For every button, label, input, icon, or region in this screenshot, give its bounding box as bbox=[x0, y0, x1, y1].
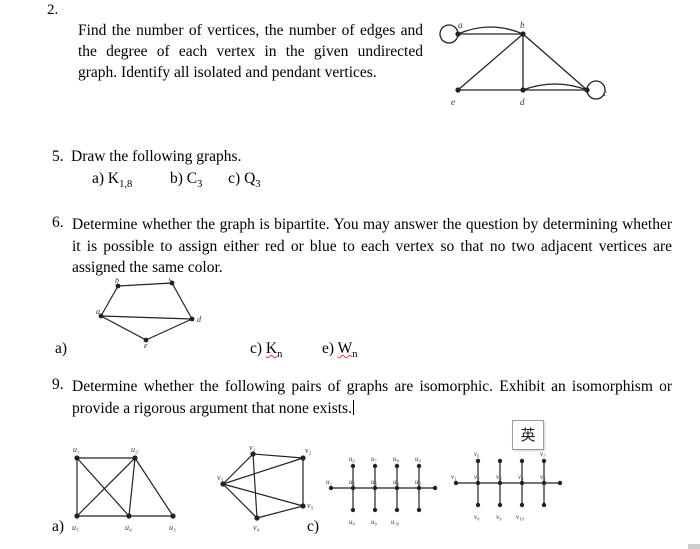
svg-text:u₅: u₅ bbox=[72, 523, 79, 532]
problem-9-subpart-a: a) bbox=[52, 518, 65, 535]
svg-text:v₉: v₉ bbox=[496, 513, 502, 521]
svg-text:v₃: v₃ bbox=[496, 473, 502, 481]
problem-9-text: Determine whether the following pairs of… bbox=[72, 376, 672, 419]
svg-text:v₁: v₁ bbox=[249, 443, 256, 452]
svg-text:b: b bbox=[115, 278, 119, 285]
problem-2-figure: a b c d e bbox=[435, 12, 615, 117]
svg-text:v₅: v₅ bbox=[307, 501, 314, 510]
problem-9c-right-figure: v₆ v₇ v₁ v₂ v₃ v₄ v₅ v₈ v₉ v₁₀ bbox=[450, 443, 570, 528]
svg-text:b: b bbox=[520, 20, 525, 30]
svg-text:u₁: u₁ bbox=[326, 478, 332, 486]
svg-text:c: c bbox=[603, 88, 607, 98]
problem-9-body: Determine whether the following pairs of… bbox=[72, 378, 672, 417]
problem-2-number: 2. bbox=[47, 2, 59, 18]
svg-text:v₂: v₂ bbox=[305, 446, 312, 455]
svg-text:v₂: v₂ bbox=[474, 473, 480, 481]
problem-5-text: Draw the following graphs. bbox=[71, 148, 242, 165]
svg-text:a: a bbox=[96, 307, 100, 316]
svg-text:v₈: v₈ bbox=[474, 513, 480, 521]
text-caret bbox=[352, 399, 354, 415]
svg-text:u₈: u₈ bbox=[349, 518, 356, 526]
problem-5-number: 5. bbox=[52, 148, 64, 165]
problem-6-subpart-a: a) bbox=[55, 340, 68, 357]
svg-text:v₆: v₆ bbox=[474, 450, 480, 458]
problem-6-figure: b c a d e bbox=[96, 274, 226, 353]
problem-5-item-c: c) Q3 bbox=[228, 170, 261, 191]
problem-6-subpart-c-term: Kn bbox=[265, 340, 283, 361]
svg-text:u₃: u₃ bbox=[169, 523, 176, 532]
svg-text:v₄: v₄ bbox=[253, 523, 260, 532]
problem-5-item-b: b) C3 bbox=[170, 170, 203, 191]
svg-text:v₃: v₃ bbox=[217, 473, 224, 482]
problem-9a-left-figure: u₁ u₂ u₃ u₄ u₅ bbox=[63, 440, 193, 537]
svg-text:u₂: u₂ bbox=[131, 445, 138, 454]
document-page: 2. Find the number of vertices, the numb… bbox=[0, 0, 700, 549]
problem-5-item-a: a) K1,8 bbox=[92, 170, 133, 191]
svg-text:u₃: u₃ bbox=[371, 478, 378, 486]
problem-6-number: 6. bbox=[52, 214, 64, 231]
svg-text:d: d bbox=[197, 315, 202, 324]
svg-text:u₄: u₄ bbox=[125, 523, 132, 532]
problem-9-subpart-c: c) bbox=[307, 518, 320, 535]
problem-6-subpart-e: e) Wn bbox=[322, 340, 358, 361]
svg-text:e: e bbox=[451, 97, 455, 107]
problem-9c-left-figure: u₆ u₇ u₈ u₉ u₁ u₂ u₃ u₄ u₅ u₈ u₉ u₁₀ bbox=[325, 448, 445, 533]
problem-6-subpart-c: c) Kn bbox=[250, 340, 283, 361]
problem-6-subpart-e-term: Wn bbox=[337, 340, 358, 361]
svg-text:c: c bbox=[169, 278, 173, 283]
problem-9-number: 9. bbox=[52, 376, 64, 393]
svg-text:v₁₀: v₁₀ bbox=[516, 513, 525, 521]
svg-text:u₁: u₁ bbox=[73, 445, 80, 454]
problem-6-text: Determine whether the graph is bipartite… bbox=[72, 216, 672, 276]
svg-text:u₁₀: u₁₀ bbox=[391, 518, 400, 526]
svg-text:u₉: u₉ bbox=[371, 518, 378, 526]
svg-text:v₄: v₄ bbox=[518, 473, 524, 481]
svg-text:u₅: u₅ bbox=[415, 478, 422, 486]
svg-text:u₆: u₆ bbox=[349, 455, 356, 463]
scrollbar-nub[interactable] bbox=[688, 544, 700, 549]
svg-text:d: d bbox=[520, 97, 525, 107]
problem-5-items: a) K1,8 b) C3 c) Q3 bbox=[92, 170, 261, 190]
svg-text:u₂: u₂ bbox=[349, 478, 356, 486]
svg-text:u₄: u₄ bbox=[393, 478, 400, 486]
svg-text:e: e bbox=[144, 341, 148, 348]
svg-text:v₅: v₅ bbox=[540, 473, 546, 481]
svg-text:v₇: v₇ bbox=[540, 450, 546, 458]
svg-text:a: a bbox=[458, 20, 463, 30]
svg-text:v₁: v₁ bbox=[451, 473, 457, 481]
svg-text:u₈: u₈ bbox=[393, 455, 400, 463]
svg-text:u₉: u₉ bbox=[415, 455, 422, 463]
problem-2-text: Find the number of vertices, the number … bbox=[78, 22, 423, 81]
svg-text:u₇: u₇ bbox=[371, 455, 378, 463]
